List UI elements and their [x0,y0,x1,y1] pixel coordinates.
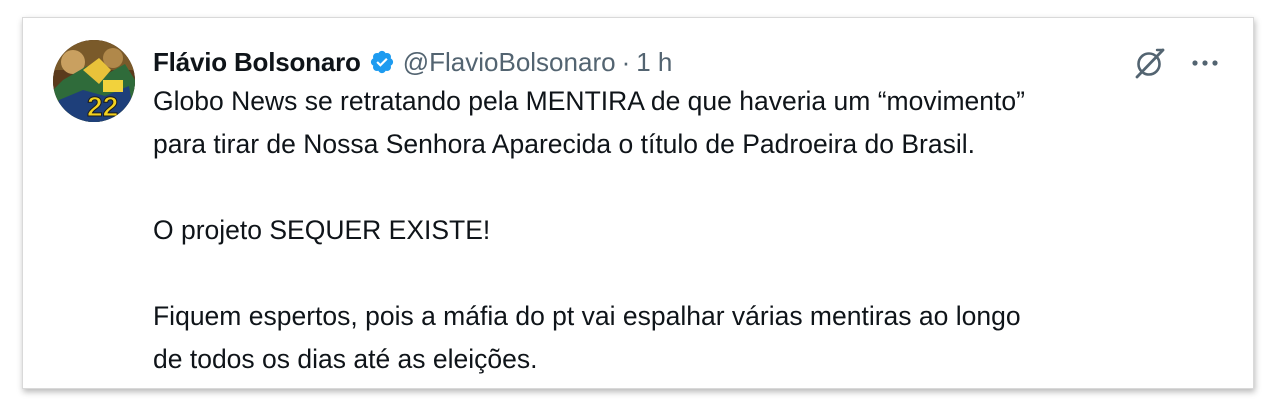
avatar[interactable]: 22 [53,40,135,122]
author-handle[interactable]: @FlavioBolsonaro [403,47,616,78]
tweet-paragraph: O projeto SEQUER EXISTE! [153,209,1233,252]
tweet-line: para tirar de Nossa Senhora Aparecida o … [153,129,975,159]
tweet-line: O projeto SEQUER EXISTE! [153,215,491,245]
tweet-paragraph: Globo News se retratando pela MENTIRA de… [153,80,1233,166]
separator-dot: · [621,46,631,77]
tweet-paragraph: Fiquem espertos, pois a máfia do pt vai … [153,295,1233,381]
verified-badge-icon [369,49,395,75]
tweet-header: Flávio Bolsonaro @FlavioBolsonaro · 1 h [153,44,672,80]
tweet-line: Fiquem espertos, pois a máfia do pt vai … [153,301,1021,331]
author-display-name[interactable]: Flávio Bolsonaro [153,47,361,78]
tweet-card[interactable]: 22 Flávio Bolsonaro @FlavioBolsonaro · 1… [22,17,1254,389]
avatar-badge: 22 [87,91,118,122]
tweet-line: de todos os dias até as eleições. [153,344,538,374]
tweet-line: Globo News se retratando pela MENTIRA de… [153,86,1025,116]
more-options-icon[interactable] [1187,48,1223,78]
tweet-text: Globo News se retratando pela MENTIRA de… [153,80,1233,381]
grok-icon[interactable] [1133,46,1167,80]
tweet-timestamp[interactable]: 1 h [636,47,672,78]
